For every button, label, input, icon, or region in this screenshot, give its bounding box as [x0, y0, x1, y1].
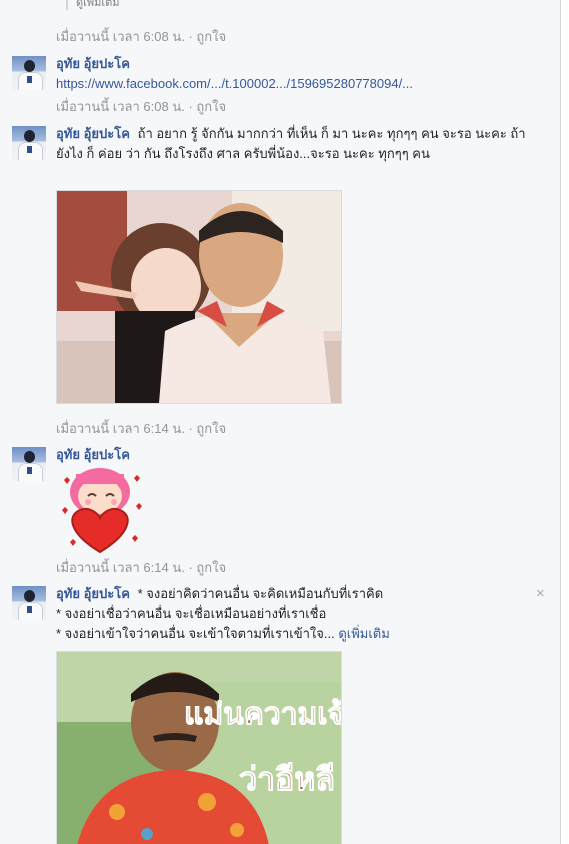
message-line-2: * จงอย่าเชื่อว่าคนอื่น จะเชื่อเหมือนอย่า… [56, 606, 327, 621]
close-icon[interactable]: × [536, 585, 545, 602]
meme-caption-1: แม่นความเจ้า [184, 697, 341, 732]
like-link[interactable]: ถูกใจ [196, 29, 226, 44]
message-meta: เมื่อวานนี้ เวลา 6:08 น. · ถูกใจ [56, 99, 227, 114]
avatar[interactable] [12, 586, 46, 620]
previous-see-more[interactable]: ดูเพิ่มเติม [66, 0, 120, 10]
timestamp: เมื่อวานนี้ เวลา 6:14 น. [56, 560, 185, 575]
timestamp: เมื่อวานนี้ เวลา 6:08 น. [56, 29, 185, 44]
see-more-link[interactable]: ดูเพิ่มเติม [338, 626, 389, 641]
message-line-3: * จงอย่าเข้าใจว่าคนอื่น จะเข้าใจตามที่เร… [56, 626, 335, 641]
message-item: อุทัย อุ้ยปะโค ถ้า อยาก รู้ จักกัน มากกว… [56, 124, 536, 164]
message-meta: เมื่อวานนี้ เวลา 6:14 น. · ถูกใจ [56, 421, 227, 436]
shared-link[interactable]: https://www.facebook.com/.../t.100002...… [56, 76, 413, 91]
shared-photo-couple[interactable] [56, 190, 342, 404]
like-link[interactable]: ถูกใจ [196, 99, 226, 114]
avatar[interactable] [12, 126, 46, 160]
message-item: อุทัย อุ้ยปะโค * จงอย่าคิดว่าคนอื่น จะคิ… [56, 584, 536, 644]
message-line-1: * จงอย่าคิดว่าคนอื่น จะคิดเหมือนกับที่เร… [137, 586, 384, 601]
photo-couple-image [57, 191, 341, 403]
sender-name[interactable]: อุทัย อุ้ยปะโค [56, 586, 130, 601]
shared-photo-meme[interactable]: แม่นความเจ้า ว่าอีหลี [56, 651, 342, 844]
avatar[interactable] [12, 447, 46, 481]
timestamp: เมื่อวานนี้ เวลา 6:08 น. [56, 99, 185, 114]
scrollbar[interactable] [561, 0, 569, 844]
message-item: อุทัย อุ้ยปะโค https://www.facebook.com/… [56, 54, 536, 94]
sender-name[interactable]: อุทัย อุ้ยปะโค [56, 447, 130, 462]
message-meta: เมื่อวานนี้ เวลา 6:14 น. · ถูกใจ [56, 560, 227, 575]
sender-name[interactable]: อุทัย อุ้ยปะโค [56, 56, 130, 71]
sender-name[interactable]: อุทัย อุ้ยปะโค [56, 126, 130, 141]
meme-caption-2: ว่าอีหลี [239, 760, 335, 798]
message-meta: เมื่อวานนี้ เวลา 6:08 น. · ถูกใจ [56, 29, 227, 44]
message-item: อุทัย อุ้ยปะโค [56, 445, 536, 465]
timestamp: เมื่อวานนี้ เวลา 6:14 น. [56, 421, 185, 436]
conversation-pane: ดูเพิ่มเติม เมื่อวานนี้ เวลา 6:08 น. · ถ… [0, 0, 561, 844]
like-link[interactable]: ถูกใจ [196, 421, 226, 436]
like-link[interactable]: ถูกใจ [196, 560, 226, 575]
heart-sticker[interactable] [56, 466, 146, 554]
heart-sticker-icon [62, 468, 142, 554]
photo-meme-image: แม่นความเจ้า ว่าอีหลี [57, 652, 341, 844]
avatar[interactable] [12, 56, 46, 90]
